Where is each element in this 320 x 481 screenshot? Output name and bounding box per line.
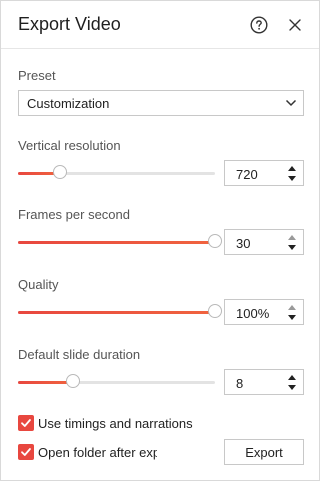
quality-label: Quality bbox=[18, 277, 59, 292]
vertical-resolution-spinbox[interactable]: 720 bbox=[224, 160, 304, 186]
quality-slider[interactable] bbox=[18, 304, 222, 320]
increment-icon[interactable] bbox=[287, 303, 297, 311]
checkmark-icon bbox=[21, 419, 31, 427]
slide-duration-spinbox[interactable]: 8 bbox=[224, 369, 304, 395]
vertical-resolution-slider[interactable] bbox=[18, 165, 215, 181]
quality-value: 100% bbox=[236, 306, 270, 321]
open-folder-checkbox[interactable] bbox=[18, 444, 34, 460]
slider-fill bbox=[18, 381, 73, 384]
vertical-resolution-value: 720 bbox=[236, 167, 258, 182]
decrement-icon[interactable] bbox=[287, 314, 297, 322]
decrement-icon[interactable] bbox=[287, 384, 297, 392]
slide-duration-slider[interactable] bbox=[18, 374, 215, 390]
chevron-down-icon bbox=[285, 99, 297, 107]
slider-thumb[interactable] bbox=[208, 304, 222, 318]
open-folder-label[interactable]: Open folder after export bbox=[38, 445, 157, 460]
preset-label: Preset bbox=[18, 68, 56, 83]
use-timings-checkbox[interactable] bbox=[18, 415, 34, 431]
increment-icon[interactable] bbox=[287, 164, 297, 172]
checkmark-icon bbox=[21, 448, 31, 456]
frames-per-second-spinbox[interactable]: 30 bbox=[224, 229, 304, 255]
increment-icon[interactable] bbox=[287, 233, 297, 241]
slider-fill bbox=[18, 241, 215, 244]
frames-per-second-label: Frames per second bbox=[18, 207, 130, 222]
slide-duration-value: 8 bbox=[236, 376, 244, 391]
preset-select[interactable]: Customization bbox=[18, 90, 304, 116]
vertical-resolution-label: Vertical resolution bbox=[18, 138, 121, 153]
dialog-header: Export Video bbox=[1, 1, 319, 49]
slider-thumb[interactable] bbox=[52, 165, 67, 179]
slider-thumb[interactable] bbox=[65, 374, 80, 388]
increment-icon[interactable] bbox=[287, 373, 297, 381]
close-icon[interactable] bbox=[288, 18, 302, 32]
preset-value: Customization bbox=[27, 96, 110, 111]
help-circle-icon[interactable] bbox=[250, 16, 268, 34]
slider-fill bbox=[18, 311, 215, 314]
slider-thumb[interactable] bbox=[208, 234, 222, 248]
export-button[interactable]: Export bbox=[224, 439, 304, 465]
frames-per-second-value: 30 bbox=[236, 236, 251, 251]
export-video-dialog: Export Video Preset Customization Vertic… bbox=[0, 0, 320, 481]
decrement-icon[interactable] bbox=[287, 175, 297, 183]
quality-spinbox[interactable]: 100% bbox=[224, 299, 304, 325]
slide-duration-label: Default slide duration bbox=[18, 347, 141, 362]
dialog-title: Export Video bbox=[18, 14, 121, 34]
frames-per-second-slider[interactable] bbox=[18, 234, 222, 250]
use-timings-label[interactable]: Use timings and narrations bbox=[38, 416, 193, 431]
decrement-icon[interactable] bbox=[287, 244, 297, 252]
